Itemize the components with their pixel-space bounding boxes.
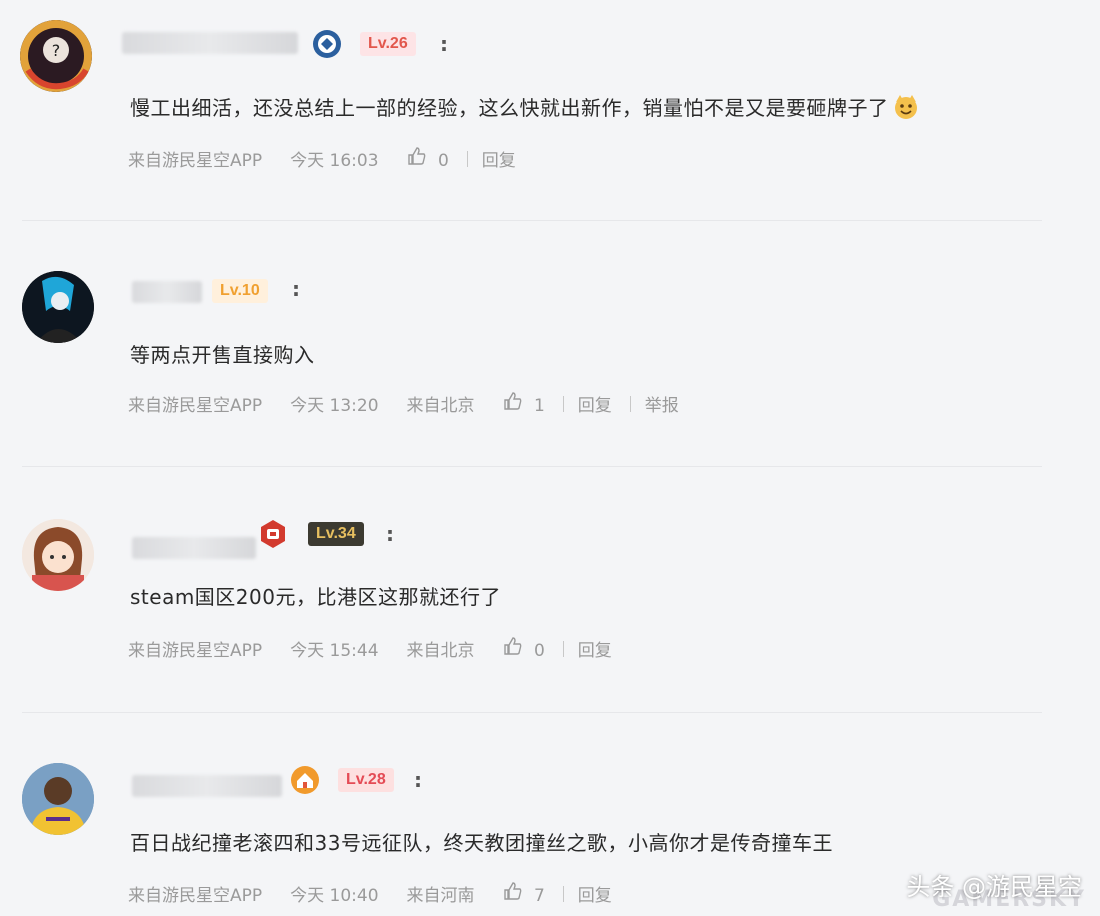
comment-item: ? Lv.26 : 慢工出细活，还没总结上一部的经验，这么快就出新作，销量怕不是… bbox=[0, 0, 1100, 220]
more-options-button[interactable]: : bbox=[386, 522, 394, 546]
comment-item: Lv.10 : 等两点开售直接购入 来自游民星空APP 今天 13:20 来自北… bbox=[0, 221, 1100, 466]
source-label: 来自游民星空APP bbox=[128, 886, 263, 906]
medal-badge-icon bbox=[258, 519, 288, 549]
svg-text:?: ? bbox=[52, 41, 61, 60]
user-level-badge: Lv.10 bbox=[212, 279, 268, 303]
user-level-badge: Lv.26 bbox=[360, 32, 416, 56]
like-count: 0 bbox=[437, 151, 449, 171]
like-count: 1 bbox=[533, 396, 545, 416]
thumbs-up-icon bbox=[503, 882, 521, 900]
more-options-button[interactable]: : bbox=[440, 32, 448, 56]
thumbs-up-icon bbox=[407, 147, 425, 165]
username-blurred[interactable] bbox=[132, 537, 256, 559]
reply-button[interactable]: 回复 bbox=[578, 391, 612, 416]
location-label: 来自北京 bbox=[406, 396, 475, 416]
more-options-button[interactable]: : bbox=[292, 277, 300, 301]
like-count: 7 bbox=[533, 886, 545, 906]
grinning-cat-icon bbox=[893, 94, 919, 120]
location-label: 来自北京 bbox=[406, 641, 475, 661]
timestamp: 今天 15:44 bbox=[290, 641, 379, 661]
source-label: 来自游民星空APP bbox=[128, 641, 263, 661]
user-level-badge: Lv.28 bbox=[338, 768, 394, 792]
comment-meta: 来自游民星空APP 今天 13:20 来自北京 1 回复 举报 bbox=[128, 391, 679, 416]
username-blurred[interactable] bbox=[122, 32, 298, 54]
timestamp: 今天 16:03 bbox=[290, 151, 379, 171]
source-label: 来自游民星空APP bbox=[128, 396, 263, 416]
like-button[interactable]: 1 bbox=[503, 391, 545, 416]
like-button[interactable]: 7 bbox=[503, 881, 545, 906]
timestamp: 今天 13:20 bbox=[290, 396, 379, 416]
user-avatar[interactable] bbox=[22, 519, 94, 591]
username-blurred[interactable] bbox=[132, 281, 202, 303]
reply-button[interactable]: 回复 bbox=[482, 146, 516, 171]
more-options-button[interactable]: : bbox=[414, 768, 422, 792]
source-label: 来自游民星空APP bbox=[128, 151, 263, 171]
comment-meta: 来自游民星空APP 今天 15:44 来自北京 0 回复 bbox=[128, 636, 612, 661]
user-avatar[interactable]: ? bbox=[20, 20, 92, 92]
location-label: 来自河南 bbox=[406, 886, 475, 906]
thumbs-up-icon bbox=[503, 392, 521, 410]
user-avatar[interactable] bbox=[22, 271, 94, 343]
separator bbox=[466, 150, 468, 167]
reply-button[interactable]: 回复 bbox=[578, 636, 612, 661]
comment-text: steam国区200元，比港区这那就还行了 bbox=[130, 585, 501, 609]
watermark: 头条 @游民星空 bbox=[906, 873, 1082, 901]
medal-badge-icon bbox=[312, 29, 342, 59]
separator bbox=[562, 640, 564, 657]
like-button[interactable]: 0 bbox=[407, 146, 449, 171]
username-blurred[interactable] bbox=[132, 775, 282, 797]
comment-text: 慢工出细活，还没总结上一部的经验，这么快就出新作，销量怕不是又是要砸牌子了 bbox=[130, 92, 919, 121]
report-button[interactable]: 举报 bbox=[645, 391, 679, 416]
user-level-badge: Lv.34 bbox=[308, 522, 364, 546]
separator bbox=[562, 885, 564, 902]
comment-meta: 来自游民星空APP 今天 16:03 0 回复 bbox=[128, 146, 516, 171]
comment-meta: 来自游民星空APP 今天 10:40 来自河南 7 回复 bbox=[128, 881, 612, 906]
timestamp: 今天 10:40 bbox=[290, 886, 379, 906]
comment-item: Lv.34 : steam国区200元，比港区这那就还行了 来自游民星空APP … bbox=[0, 467, 1100, 712]
comment-text: 等两点开售直接购入 bbox=[130, 343, 315, 367]
comment-text-content: 慢工出细活，还没总结上一部的经验，这么快就出新作，销量怕不是又是要砸牌子了 bbox=[130, 96, 889, 120]
reply-button[interactable]: 回复 bbox=[578, 881, 612, 906]
thumbs-up-icon bbox=[503, 637, 521, 655]
separator bbox=[562, 395, 564, 412]
like-count: 0 bbox=[533, 641, 545, 661]
user-avatar[interactable] bbox=[22, 763, 94, 835]
comment-text: 百日战纪撞老滚四和33号远征队，终天教团撞丝之歌，小高你才是传奇撞车王 bbox=[130, 831, 833, 855]
home-badge-icon bbox=[290, 765, 320, 795]
separator bbox=[629, 395, 631, 412]
like-button[interactable]: 0 bbox=[503, 636, 545, 661]
